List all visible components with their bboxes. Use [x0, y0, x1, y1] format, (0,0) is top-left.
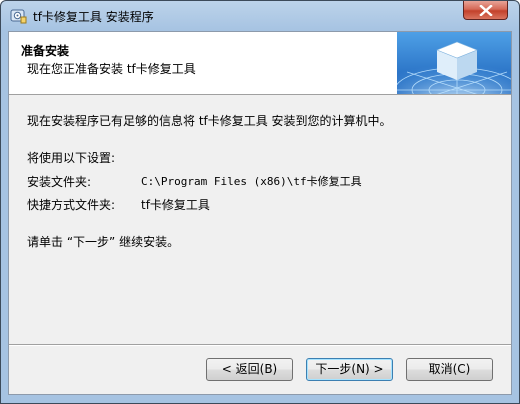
title-bar[interactable]: tf卡修复工具 安装程序: [1, 1, 519, 31]
footer-divider: [9, 344, 511, 346]
page-subtitle: 现在您正准备安装 tf卡修复工具: [27, 62, 196, 76]
next-button[interactable]: 下一步(N) >: [306, 358, 393, 381]
intro-text: 现在安装程序已有足够的信息将 tf卡修复工具 安装到您的计算机中。: [27, 114, 392, 128]
close-button[interactable]: [463, 1, 508, 20]
installer-window: tf卡修复工具 安装程序 准备安装 现在您正准备安装 tf卡修复工具 现在安装程…: [0, 0, 520, 404]
close-icon: [479, 5, 493, 16]
shortcut-folder-value: tf卡修复工具: [141, 198, 210, 212]
install-folder-value: C:\Program Files (x86)\tf卡修复工具: [141, 175, 362, 188]
instruction-text: 请单击 “下一步” 继续安装。: [27, 235, 180, 249]
page-title: 准备安装: [21, 44, 70, 58]
wizard-client-area: 准备安装 现在您正准备安装 tf卡修复工具 现在安装程序已有足够的信息将 tf卡…: [8, 31, 512, 395]
wizard-header: 准备安装 现在您正准备安装 tf卡修复工具: [9, 32, 511, 95]
setup-app-icon: [10, 9, 27, 24]
shortcut-folder-label: 快捷方式文件夹:: [27, 198, 116, 212]
install-folder-label: 安装文件夹:: [27, 175, 92, 189]
cancel-button[interactable]: 取消(C): [406, 358, 493, 381]
globe-box-banner-image: [397, 32, 511, 94]
back-button[interactable]: < 返回(B): [206, 358, 293, 381]
settings-heading: 将使用以下设置:: [27, 151, 116, 165]
window-title: tf卡修复工具 安装程序: [33, 10, 154, 24]
